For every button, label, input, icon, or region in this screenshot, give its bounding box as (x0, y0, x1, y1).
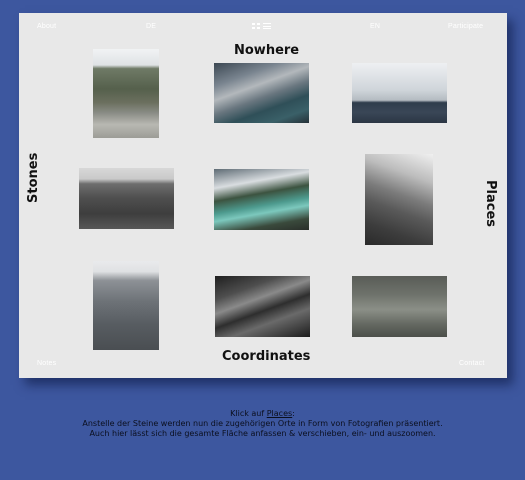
contact-link[interactable]: Contact (459, 360, 485, 367)
caption-line-2: Anstelle der Steine werden nun die zugeh… (82, 419, 443, 428)
notes-link[interactable]: Notes (37, 360, 56, 367)
place-photo-gravel-slope[interactable] (79, 168, 174, 229)
place-photo-steaming-crater[interactable] (365, 154, 433, 245)
place-photo-cliff-lake[interactable] (214, 63, 309, 123)
caption-line-3: Auch hier lässt sich die gesamte Fläche … (89, 429, 436, 438)
place-photo-mountain-peaks[interactable] (93, 261, 159, 350)
lang-de-button[interactable]: DE (146, 23, 156, 30)
places-link[interactable]: Places (267, 409, 292, 418)
place-photo-water-surface[interactable] (352, 276, 447, 337)
place-photo-ocean-horizon[interactable] (352, 63, 447, 123)
caption-prefix: Klick auf (230, 409, 267, 418)
about-link[interactable]: About (37, 23, 56, 30)
axis-label-nowhere[interactable]: Nowhere (234, 43, 299, 58)
axis-label-coordinates[interactable]: Coordinates (222, 349, 310, 364)
participate-link[interactable]: Participate (448, 23, 483, 30)
place-photo-sand-dunes[interactable] (215, 276, 310, 337)
caption-suffix: : (292, 409, 295, 418)
place-photo-rocky-plain[interactable] (93, 49, 159, 138)
grid-view-icon[interactable] (252, 23, 260, 29)
places-panel[interactable]: About DE EN Participate Nowhere Coordina… (19, 13, 507, 378)
view-toggle (252, 23, 271, 29)
place-photo-turquoise-lake[interactable] (214, 169, 309, 230)
list-view-icon[interactable] (263, 23, 271, 29)
axis-label-stones[interactable]: Stones (26, 153, 41, 203)
axis-label-places[interactable]: Places (483, 180, 498, 227)
lang-en-button[interactable]: EN (370, 23, 380, 30)
caption-line-1: Klick auf Places: (0, 409, 525, 419)
instruction-caption: Klick auf Places: Anstelle der Steine we… (0, 409, 525, 439)
